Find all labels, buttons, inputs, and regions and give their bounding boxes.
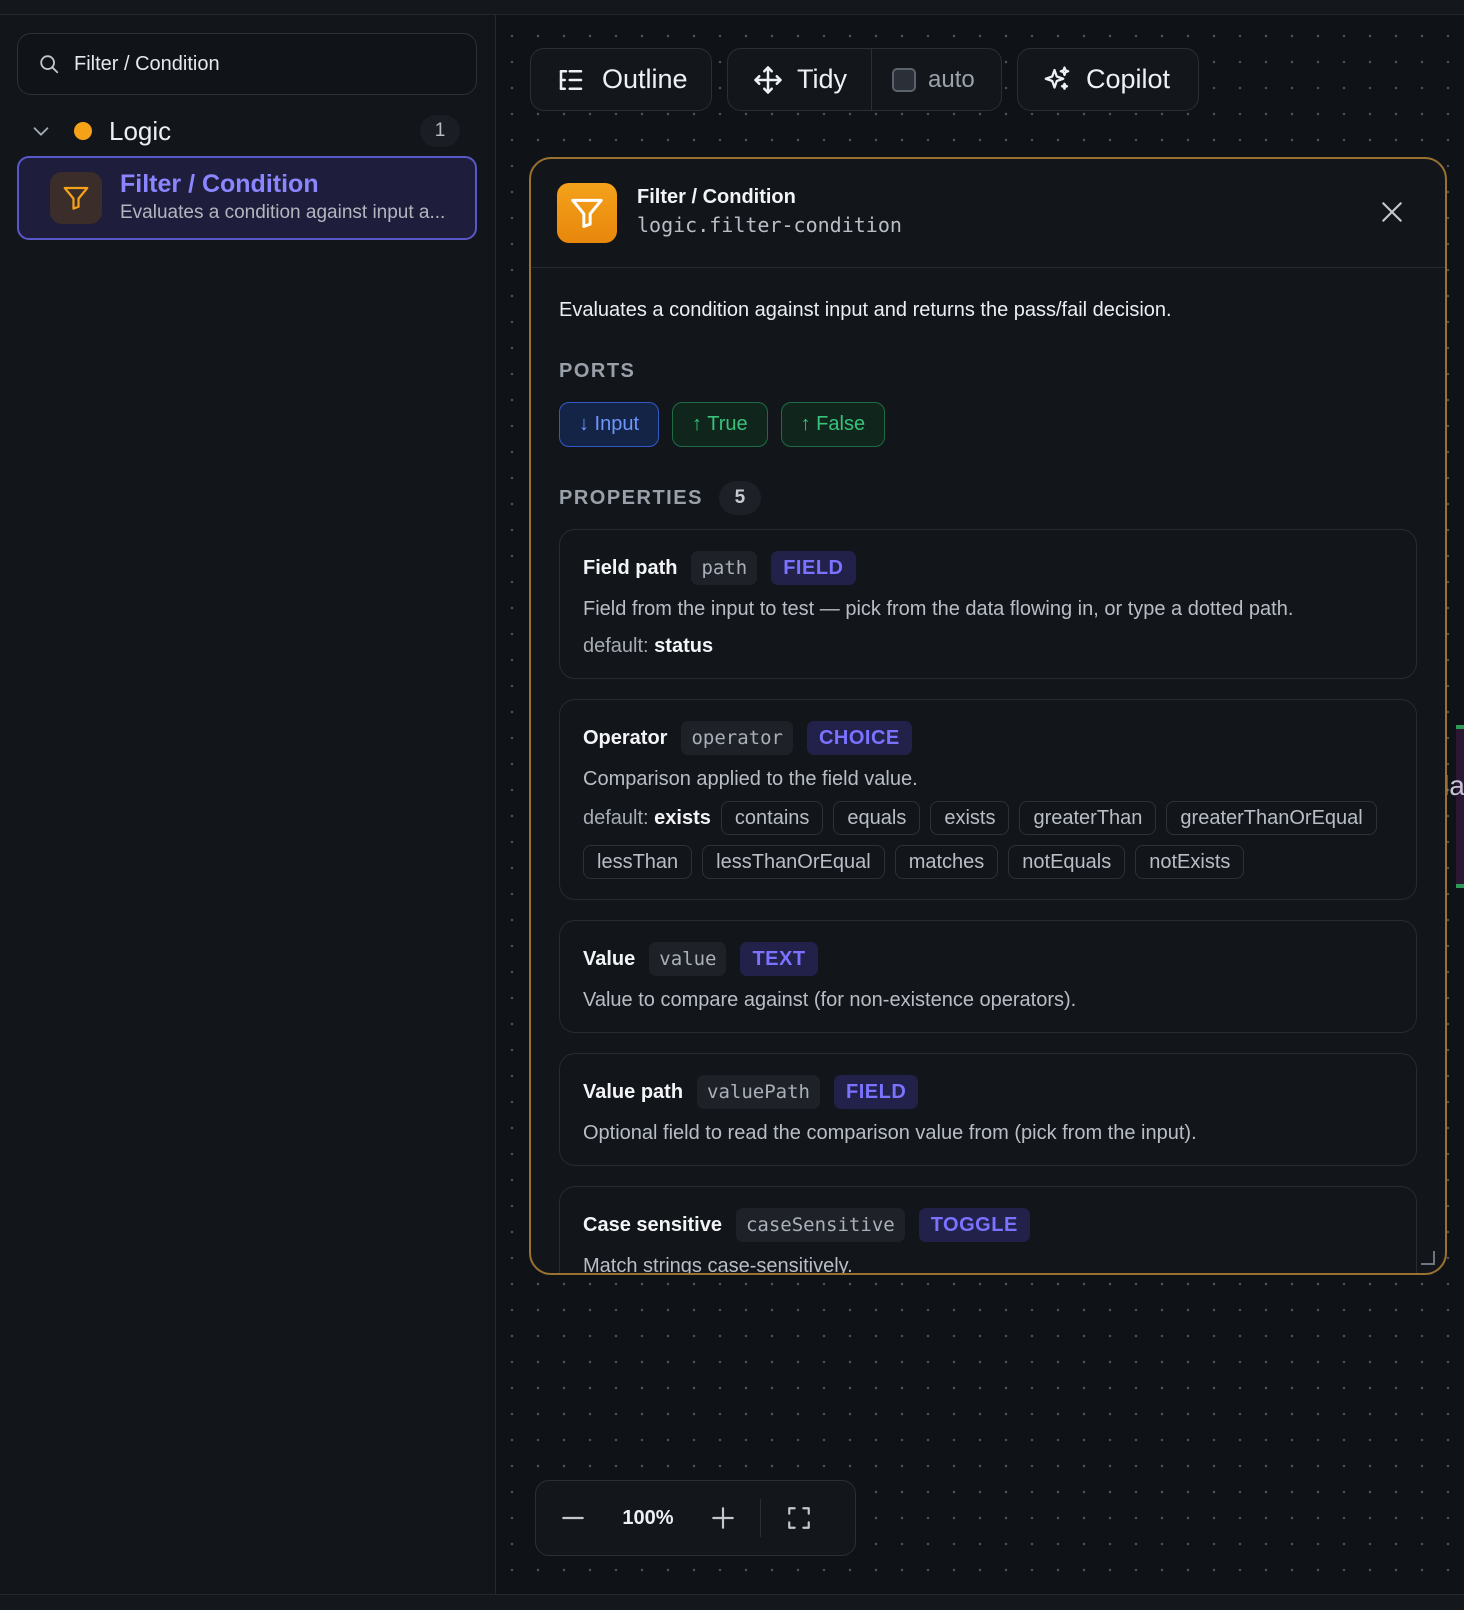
zoom-divider <box>760 1499 761 1537</box>
property-name: Value <box>583 947 636 970</box>
outline-label: Outline <box>602 64 688 94</box>
zoom-controls: 100% <box>535 1480 856 1556</box>
node-detail-panel: Filter / Condition logic.filter-conditio… <box>529 157 1447 1275</box>
ports-list: ↓ Input ↑ True ↑ False <box>559 402 1417 447</box>
move-icon[interactable] <box>753 65 783 95</box>
property-type-badge: FIELD <box>771 551 856 585</box>
toolbar-divider <box>871 48 873 111</box>
category-count-badge: 1 <box>420 115 460 147</box>
property-card-value-path: Value path valuePath FIELD Optional fiel… <box>559 1053 1417 1166</box>
search-icon <box>40 55 59 74</box>
ports-heading: PORTS <box>559 360 1417 383</box>
node-item-filter-condition[interactable]: Filter / Condition Evaluates a condition… <box>17 156 477 240</box>
default-value: status <box>654 635 714 657</box>
ports-heading-text: PORTS <box>559 360 636 382</box>
option-chip[interactable]: equals <box>833 801 921 835</box>
search-input[interactable] <box>74 52 454 76</box>
property-type-badge: TEXT <box>740 942 818 976</box>
property-card-value: Value value TEXT Value to compare agains… <box>559 920 1417 1033</box>
option-chip[interactable]: greaterThanOrEqual <box>1166 801 1377 835</box>
property-card-path: Field path path FIELD Field from the inp… <box>559 529 1417 679</box>
zoom-out-icon[interactable] <box>560 1505 586 1531</box>
property-key: valuePath <box>697 1075 820 1109</box>
default-value: exists <box>654 806 711 829</box>
property-description: Comparison applied to the field value. <box>583 768 918 790</box>
default-label: default: <box>583 635 649 657</box>
close-icon[interactable] <box>1379 199 1405 225</box>
zoom-level: 100% <box>622 1506 674 1529</box>
property-description: Value to compare against (for non-existe… <box>583 989 1077 1011</box>
property-name: Case sensitive <box>583 1213 722 1236</box>
property-default: default: exists <box>583 807 711 830</box>
property-description: Optional field to read the comparison va… <box>583 1122 1197 1144</box>
category-label: Logic <box>109 115 172 146</box>
filter-icon <box>50 172 102 224</box>
option-chip[interactable]: notEquals <box>1008 845 1126 879</box>
option-chip[interactable]: matches <box>894 845 999 879</box>
option-chip[interactable]: lessThanOrEqual <box>702 845 885 879</box>
option-chip[interactable]: notExists <box>1135 845 1245 879</box>
tidy-button[interactable]: Tidy <box>797 64 847 95</box>
property-name: Value path <box>583 1080 684 1103</box>
auto-checkbox[interactable] <box>892 67 917 92</box>
property-key: caseSensitive <box>735 1208 905 1242</box>
property-name: Field path <box>583 556 678 579</box>
properties-heading-text: PROPERTIES <box>559 486 703 509</box>
properties-heading: PROPERTIES 5 <box>559 481 1417 515</box>
canvas-node-peek[interactable] <box>1456 725 1464 888</box>
outline-icon <box>559 69 583 90</box>
port-true[interactable]: ↑ True <box>672 402 768 447</box>
property-default: default: status <box>583 635 1394 658</box>
option-chip[interactable]: greaterThan <box>1019 801 1157 835</box>
property-key: value <box>649 942 727 976</box>
panel-header: Filter / Condition logic.filter-conditio… <box>531 159 1445 268</box>
panel-node-id: logic.filter-condition <box>637 213 902 237</box>
port-false[interactable]: ↑ False <box>780 402 886 447</box>
top-bar <box>0 0 1464 15</box>
category-color-dot <box>74 122 92 140</box>
properties-count-badge: 5 <box>718 481 761 515</box>
panel-title: Filter / Condition <box>637 186 796 208</box>
filter-icon <box>557 183 617 243</box>
sparkles-icon <box>1044 65 1070 90</box>
default-label: default: <box>583 806 649 829</box>
property-card-case-sensitive: Case sensitive caseSensitive TOGGLE Matc… <box>559 1186 1417 1275</box>
property-type-badge: CHOICE <box>806 721 912 755</box>
node-item-subtitle: Evaluates a condition against input a... <box>120 202 446 223</box>
property-description: Field from the input to test — pick from… <box>583 598 1294 620</box>
node-library-sidebar: Logic 1 Filter / Condition Evaluates a c… <box>0 15 496 1594</box>
category-logic[interactable]: Logic 1 <box>30 110 470 152</box>
node-item-title: Filter / Condition <box>120 170 319 198</box>
option-chip[interactable]: lessThan <box>583 845 693 879</box>
copilot-label: Copilot <box>1086 64 1171 94</box>
property-type-badge: TOGGLE <box>918 1208 1030 1242</box>
node-description: Evaluates a condition against input and … <box>559 299 1172 321</box>
option-chip[interactable]: contains <box>720 801 824 835</box>
property-description: Match strings case-sensitively. <box>583 1255 853 1275</box>
property-type-badge: FIELD <box>833 1075 919 1109</box>
search-box[interactable] <box>17 33 477 95</box>
bottom-bar <box>0 1594 1464 1610</box>
resize-handle[interactable] <box>1421 1251 1435 1265</box>
property-name: Operator <box>583 726 668 749</box>
operator-options: default: exists contains equals exists g… <box>583 801 1394 879</box>
zoom-in-icon[interactable] <box>710 1505 736 1531</box>
outline-button[interactable]: Outline <box>530 48 712 111</box>
port-input[interactable]: ↓ Input <box>559 402 660 447</box>
copilot-button[interactable]: Copilot <box>1017 48 1199 111</box>
property-key: path <box>691 551 758 585</box>
chevron-down-icon[interactable] <box>30 120 52 142</box>
tidy-group: Tidy auto <box>727 48 1002 111</box>
auto-label: auto <box>928 65 975 93</box>
option-chip[interactable]: exists <box>930 801 1010 835</box>
property-key: operator <box>681 721 793 755</box>
property-card-operator: Operator operator CHOICE Comparison appl… <box>559 699 1417 900</box>
fit-view-icon[interactable] <box>786 1505 812 1531</box>
